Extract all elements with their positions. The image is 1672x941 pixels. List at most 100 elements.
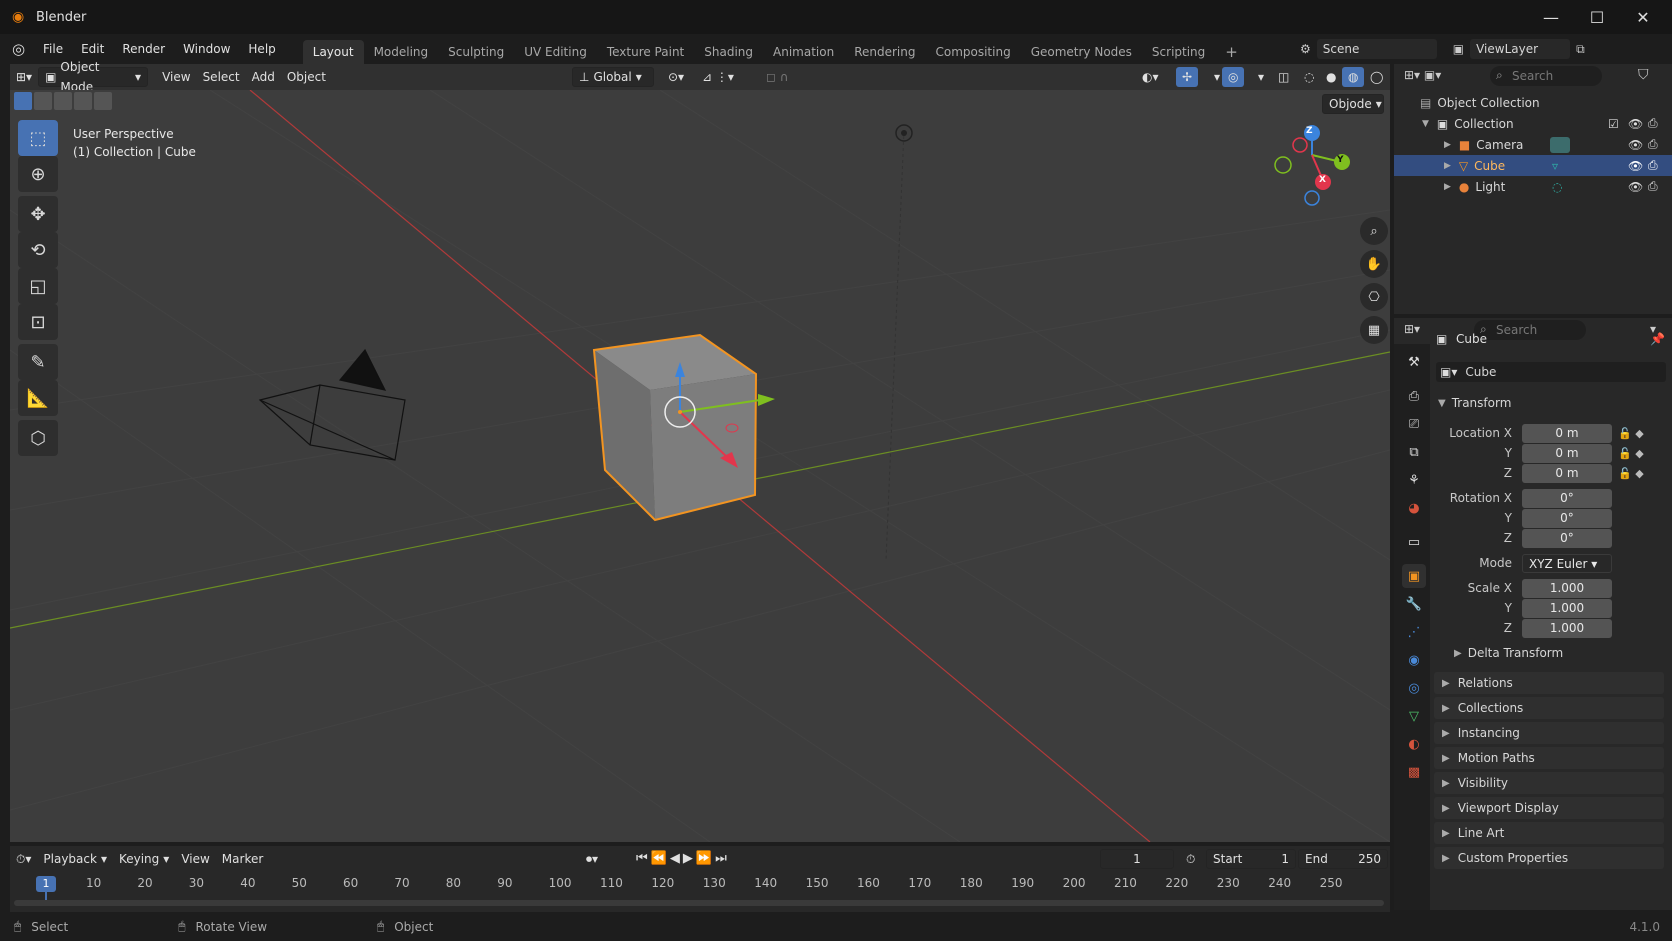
3d-viewport[interactable]: ⬚ ⊕ ✥ ⟲ ◱ ⊡ ✎ 📐 ⬡ User Perspective (1) C… — [10, 90, 1390, 842]
outliner-collection[interactable]: ▼ ▣ Collection ☑ 👁 ⎙ — [1394, 113, 1672, 134]
outliner-root[interactable]: ▤ Object Collection — [1394, 92, 1672, 113]
gizmo-y-label[interactable]: Y — [1337, 155, 1344, 165]
rotation-z-field[interactable]: 0° — [1522, 529, 1612, 548]
lock-icon[interactable]: 🔓 ◆ — [1618, 464, 1644, 484]
panel-collections[interactable]: ▶ Collections — [1434, 697, 1664, 719]
expand-arrow-icon[interactable]: ▼ — [1422, 119, 1429, 129]
move-tool[interactable]: ✥ — [18, 196, 58, 232]
editor-type-icon[interactable]: ⊞▾ — [10, 67, 38, 87]
render-tab-icon[interactable]: ⎙ — [1402, 384, 1426, 408]
wireframe-shading-icon[interactable]: ◌ — [1298, 67, 1320, 87]
timeline-menu-playback[interactable]: Playback ▾ — [37, 849, 113, 869]
tab-animation[interactable]: Animation — [763, 40, 844, 64]
tab-geometry-nodes[interactable]: Geometry Nodes — [1021, 40, 1142, 64]
timeline-editor-type-icon[interactable]: ⏱▾ — [10, 849, 37, 869]
delta-transform-header[interactable]: ▶ Delta Transform — [1454, 646, 1563, 660]
view-layer-browse-icon[interactable]: ⧉ — [1576, 42, 1585, 57]
solid-shading-icon[interactable]: ● — [1320, 67, 1342, 87]
tab-shading[interactable]: Shading — [694, 40, 763, 64]
view-layer-field[interactable]: ViewLayer — [1470, 39, 1571, 59]
particles-tab-icon[interactable]: ⋰ — [1402, 620, 1426, 644]
material-shading-icon[interactable]: ◍ — [1342, 67, 1365, 87]
object-datablock-field[interactable]: ▣▾ Cube — [1436, 362, 1666, 382]
select-new-icon[interactable] — [14, 92, 32, 110]
scene-tab-icon[interactable]: ⚘ — [1402, 468, 1426, 492]
outliner-item-light[interactable]: ▶ ● Light ◌ 👁 ⎙ — [1394, 176, 1672, 197]
timeline-menu-view[interactable]: View — [175, 849, 215, 869]
measure-tool[interactable]: 📐 — [18, 380, 58, 416]
mode-dropdown[interactable]: ▣ Object Mode ▾ — [38, 60, 149, 94]
camera-render-icon[interactable]: ⎙ — [1648, 116, 1658, 131]
maximize-button[interactable]: ☐ — [1574, 0, 1620, 34]
add-workspace-icon[interactable]: + — [1215, 40, 1248, 64]
timeline-menu-keying[interactable]: Keying ▾ — [113, 849, 175, 869]
panel-custom-properties[interactable]: ▶ Custom Properties — [1434, 847, 1664, 869]
view-layer-icon[interactable]: ▣ — [1453, 42, 1464, 56]
start-frame-field[interactable]: Start 1 — [1206, 849, 1296, 869]
camera-render-icon[interactable]: ⎙ — [1648, 179, 1658, 194]
tool-tab-icon[interactable]: ⚒ — [1402, 350, 1426, 374]
snap-icon[interactable]: ⊿ ⋮▾ — [696, 67, 740, 87]
rotation-mode-dropdown[interactable]: XYZ Euler ▾ — [1522, 554, 1612, 573]
scale-tool[interactable]: ◱ — [18, 268, 58, 304]
timeline-menu-marker[interactable]: Marker — [216, 849, 269, 869]
minimize-button[interactable]: — — [1528, 0, 1574, 34]
tab-sculpting[interactable]: Sculpting — [438, 40, 514, 64]
filter-icon[interactable]: ⛉ — [1638, 67, 1649, 83]
camera-render-icon[interactable]: ⎙ — [1648, 137, 1658, 152]
tab-layout[interactable]: Layout — [302, 40, 364, 64]
tab-compositing[interactable]: Compositing — [925, 40, 1020, 64]
properties-editor-type-icon[interactable]: ⊞▾ — [1404, 322, 1420, 336]
stopwatch-icon[interactable]: ⏱ — [1180, 849, 1201, 869]
physics-tab-icon[interactable]: ◉ — [1402, 648, 1426, 672]
eye-icon[interactable]: 👁 — [1628, 180, 1643, 194]
perspective-grid-icon[interactable]: ▦ — [1360, 316, 1388, 344]
outliner-item-cube[interactable]: ▶ ▽ Cube ▿ 👁 ⎙ — [1394, 155, 1672, 176]
close-button[interactable]: ✕ — [1620, 0, 1666, 34]
lock-icon[interactable]: 🔓 ◆ — [1618, 444, 1644, 464]
select-invert-icon[interactable] — [74, 92, 92, 110]
tab-modeling[interactable]: Modeling — [364, 40, 439, 64]
location-y-field[interactable]: 0 m — [1522, 444, 1612, 463]
texture-tab-icon[interactable]: ▩ — [1402, 760, 1426, 784]
timeline-scrollbar[interactable] — [14, 900, 1384, 906]
select-subtract-icon[interactable] — [54, 92, 72, 110]
menu-window[interactable]: Window — [174, 34, 239, 64]
panel-visibility[interactable]: ▶ Visibility — [1434, 772, 1664, 794]
collection-tab-icon[interactable]: ▭ — [1402, 530, 1426, 554]
cursor-tool[interactable]: ⊕ — [18, 156, 58, 192]
outliner-item-camera[interactable]: ▶ ■ Camera 👁 ⎙ — [1394, 134, 1672, 155]
xray-icon[interactable]: ◫ — [1272, 67, 1295, 87]
viewport-menu-select[interactable]: Select — [197, 67, 246, 87]
tab-rendering[interactable]: Rendering — [844, 40, 925, 64]
overlay-toggle-icon[interactable]: ◎ — [1222, 67, 1245, 87]
visibility-icon[interactable]: ◐▾ — [1136, 67, 1165, 87]
camera-view-icon[interactable]: ⎔ — [1360, 283, 1388, 311]
panel-motion-paths[interactable]: ▶ Motion Paths — [1434, 747, 1664, 769]
scene-icon[interactable]: ⚙ — [1300, 42, 1311, 56]
object-browse-icon[interactable]: ▣▾ — [1440, 365, 1457, 379]
viewport-menu-object[interactable]: Object — [281, 67, 332, 87]
tab-texture-paint[interactable]: Texture Paint — [597, 40, 694, 64]
outliner-editor-type-icon[interactable]: ⊞▾ ▣▾ — [1404, 68, 1441, 82]
pan-hand-icon[interactable]: ✋ — [1360, 250, 1388, 278]
menu-help[interactable]: Help — [239, 34, 284, 64]
rotation-y-field[interactable]: 0° — [1522, 509, 1612, 528]
properties-search-input[interactable]: Search — [1474, 320, 1586, 340]
material-tab-icon[interactable]: ◐ — [1402, 732, 1426, 756]
world-tab-icon[interactable]: ◕ — [1402, 496, 1426, 520]
annotate-tool[interactable]: ✎ — [18, 344, 58, 380]
expand-arrow-icon[interactable]: ▶ — [1444, 140, 1451, 150]
output-tab-icon[interactable]: ⎚ — [1402, 412, 1426, 436]
blender-menu-icon[interactable]: ◎ — [12, 40, 34, 58]
eye-icon[interactable]: 👁 — [1628, 159, 1643, 173]
outliner-search-input[interactable]: Search — [1490, 66, 1602, 86]
panel-relations[interactable]: ▶ Relations — [1434, 672, 1664, 694]
checkbox-icon[interactable]: ☑ — [1608, 117, 1619, 131]
object-tab-icon[interactable]: ▣ — [1402, 564, 1426, 588]
overlay-menu-icon[interactable]: ▾ — [1252, 67, 1270, 87]
data-tab-icon[interactable]: ▽ — [1402, 704, 1426, 728]
rendered-shading-icon[interactable]: ◯ — [1364, 67, 1389, 87]
transform-header[interactable]: ▼ Transform — [1438, 396, 1511, 410]
view-layer-tab-icon[interactable]: ⧉ — [1402, 440, 1426, 464]
